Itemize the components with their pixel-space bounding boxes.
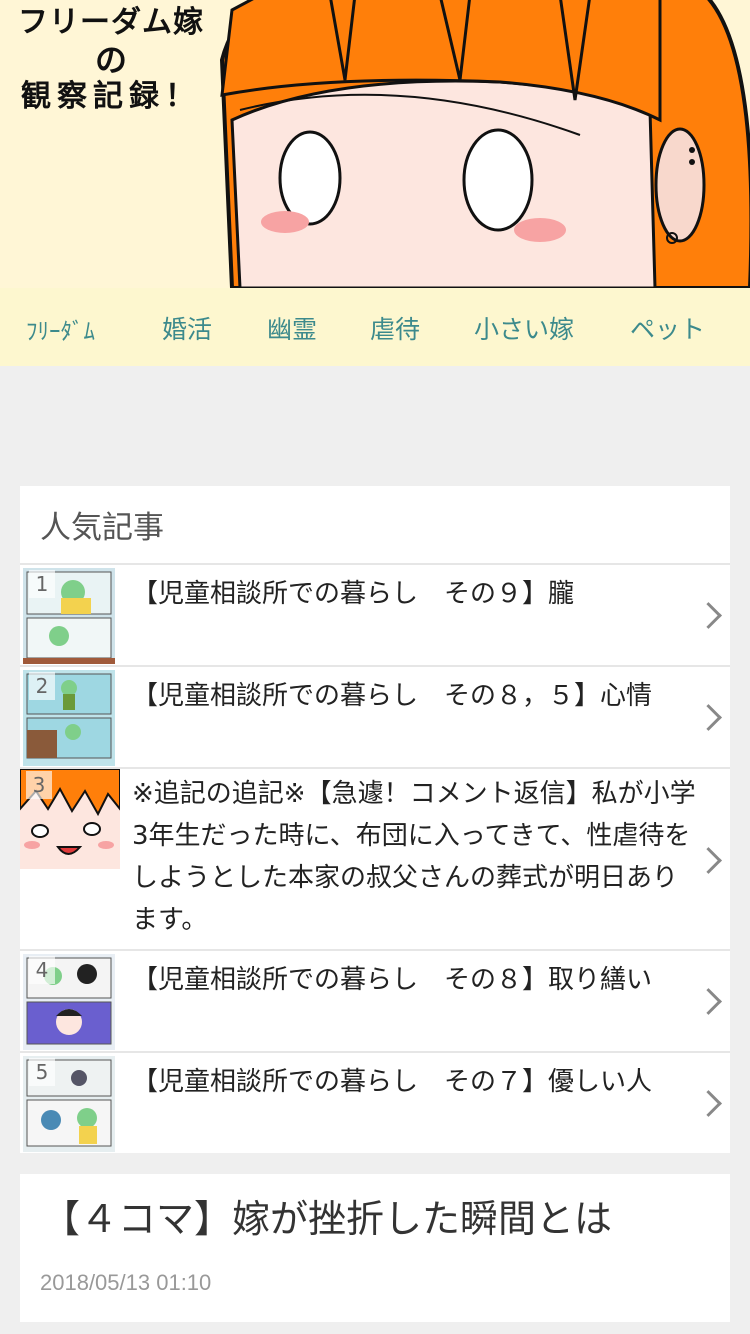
article-date: 2018/05/13 01:10 [40,1270,212,1295]
rank-badge: 3 [26,771,52,799]
article-title[interactable]: 【４コマ】嫁が挫折した瞬間とは [42,1188,612,1243]
popular-item[interactable]: 2 【児童相談所での暮らし その８，５】心情 [20,665,730,767]
nav-item-chiisai-yome[interactable]: 小さい嫁 [474,310,574,346]
chevron-right-icon [695,602,722,629]
popular-articles-widget: 人気記事 1 【児童相談所での暮らし その９】朧 2 【児童相談所での暮らし そ… [20,486,730,1153]
article-thumbnail: 2 [23,670,115,766]
logo-line-3: 観察記録！ [21,79,201,114]
article-thumbnail: 1 [23,568,115,664]
rank-badge: 4 [29,956,55,984]
chevron-right-icon [695,988,722,1015]
site-header[interactable]: フリーダム嫁 の 観察記録！ [0,0,750,288]
nav-item-yurei[interactable]: 幽霊 [267,310,317,346]
article-title: 【児童相談所での暮らし その７】優しい人 [132,1067,653,1097]
rank-badge: 2 [29,672,55,700]
site-logo[interactable]: フリーダム嫁 の 観察記録！ [6,8,216,112]
article-title: ※追記の追記※【急遽！コメント返信】私が小学3年生だった時に、布団に入ってきて、… [132,779,696,935]
article-thumbnail: 5 [23,1056,115,1152]
popular-item[interactable]: 3 ※追記の追記※【急遽！コメント返信】私が小学3年生だった時に、布団に入ってき… [20,767,730,949]
popular-item[interactable]: 4 【児童相談所での暮らし その８】取り繕い [20,949,730,1051]
article-thumbnail: 4 [23,954,115,1050]
chevron-right-icon [695,1090,722,1117]
widget-title: 人気記事 [40,510,164,546]
category-nav: ﾌﾘｰﾀﾞﾑ 婚活 幽霊 虐待 小さい嫁 ペット [0,288,750,366]
chevron-right-icon [695,847,722,874]
article-card[interactable]: 【４コマ】嫁が挫折した瞬間とは 2018/05/13 01:10 [20,1174,730,1322]
nav-item-gyakutai[interactable]: 虐待 [370,310,420,346]
article-title: 【児童相談所での暮らし その９】朧 [132,579,575,609]
article-title: 【児童相談所での暮らし その８】取り繕い [132,965,653,995]
nav-item-freedom[interactable]: ﾌﾘｰﾀﾞﾑ [26,312,95,346]
popular-item[interactable]: 1 【児童相談所での暮らし その９】朧 [20,563,730,665]
article-thumbnail: 3 [20,769,120,869]
rank-badge: 1 [29,570,55,598]
logo-line-1: フリーダム嫁 [18,5,204,40]
nav-item-konkatsu[interactable]: 婚活 [162,310,212,346]
article-title: 【児童相談所での暮らし その８，５】心情 [132,681,653,711]
chevron-right-icon [695,704,722,731]
popular-list: 1 【児童相談所での暮らし その９】朧 2 【児童相談所での暮らし その８，５】… [20,563,730,1153]
nav-item-pet[interactable]: ペット [630,310,705,346]
logo-line-2: の [94,41,127,79]
popular-item[interactable]: 5 【児童相談所での暮らし その７】優しい人 [20,1051,730,1153]
rank-badge: 5 [29,1058,55,1086]
